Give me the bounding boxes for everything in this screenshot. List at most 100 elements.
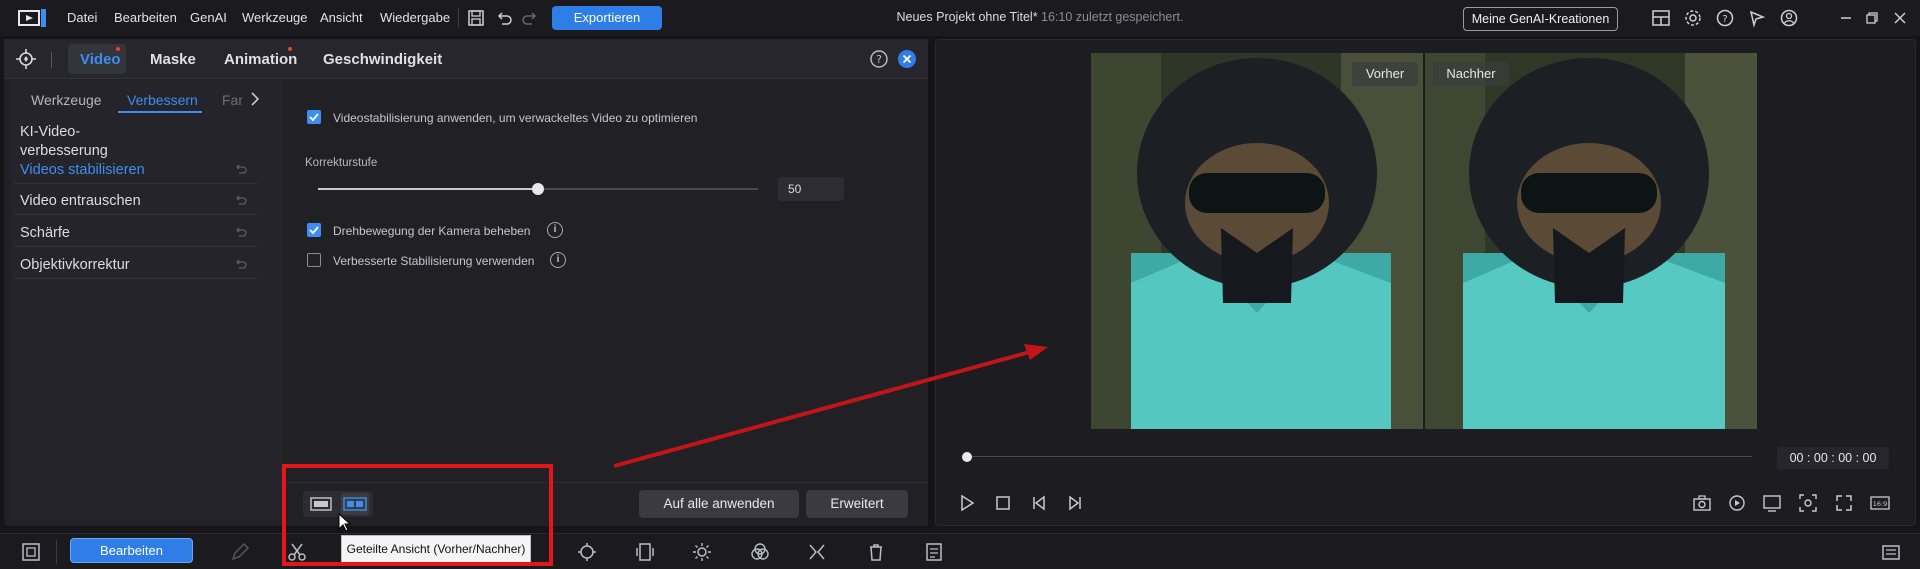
video-after[interactable]	[1425, 53, 1757, 429]
enhanced-checkbox[interactable]	[307, 253, 321, 267]
brightness-icon[interactable]	[691, 541, 713, 563]
account-icon[interactable]	[1779, 8, 1799, 28]
panel-settings-icon[interactable]	[1880, 541, 1902, 563]
menu-ansicht[interactable]: Ansicht	[320, 10, 363, 25]
color-icon[interactable]	[749, 541, 771, 563]
close-window-icon[interactable]	[1890, 8, 1910, 28]
ai-magic-icon[interactable]	[576, 541, 598, 563]
rotation-checkbox[interactable]	[307, 223, 321, 237]
save-status: 16:10 zuletzt gespeichert.	[1041, 10, 1184, 24]
timeline-track[interactable]	[966, 456, 1752, 457]
help-icon[interactable]: ?	[1715, 8, 1735, 28]
rotation-label: Drehbewegung der Kamera beheben	[333, 224, 531, 238]
subtab-verbessern[interactable]: Verbessern	[127, 92, 198, 108]
display-mode-icon[interactable]	[1762, 493, 1782, 513]
trash-icon[interactable]	[865, 541, 887, 563]
preview-quality-icon[interactable]	[1727, 493, 1747, 513]
reset-icon[interactable]	[233, 195, 247, 207]
layout-icon[interactable]	[1651, 8, 1671, 28]
stop-icon[interactable]	[993, 493, 1013, 513]
sidebar-separator	[14, 183, 258, 184]
info-icon[interactable]: i	[547, 222, 563, 238]
correction-slider-thumb[interactable]	[532, 183, 544, 195]
menu-divider	[458, 8, 459, 28]
zoom-icon[interactable]	[1798, 493, 1818, 513]
tab-maske[interactable]: Maske	[150, 51, 196, 68]
subtab-underline	[118, 111, 202, 113]
menu-genai[interactable]: GenAI	[190, 10, 227, 25]
sidebar-item-denoise[interactable]: Video entrauschen	[20, 193, 252, 209]
tab-animation-dot	[288, 47, 292, 51]
tab-geschwindigkeit[interactable]: Geschwindigkeit	[323, 51, 442, 68]
menu-wiedergabe[interactable]: Wiedergabe	[380, 10, 450, 25]
play-icon[interactable]	[957, 493, 977, 513]
annotation-highlight-box	[282, 464, 553, 566]
video-before[interactable]	[1091, 53, 1423, 429]
more-tools-icon[interactable]	[923, 541, 945, 563]
timeline-media-icon[interactable]	[20, 541, 42, 563]
next-frame-icon[interactable]	[1065, 493, 1085, 513]
app-logo	[18, 8, 48, 28]
undo-icon[interactable]	[494, 8, 514, 28]
tab-animation[interactable]: Animation	[224, 51, 297, 68]
svg-text:?: ?	[1722, 14, 1727, 25]
svg-text:?: ?	[876, 53, 882, 66]
reset-icon[interactable]	[233, 164, 247, 176]
before-label: Vorher	[1352, 62, 1418, 86]
annotation-arrow	[600, 340, 1060, 480]
menu-datei[interactable]: Datei	[67, 10, 97, 25]
correction-level-label: Korrekturstufe	[305, 157, 378, 169]
panel-help-icon[interactable]: ?	[869, 49, 889, 69]
aspect-ratio-icon[interactable]: 16:9	[1870, 493, 1890, 513]
transition-icon[interactable]	[806, 541, 828, 563]
snapshot-camera-icon[interactable]	[1692, 493, 1712, 513]
export-button[interactable]: Exportieren	[552, 6, 662, 30]
subtab-farbe[interactable]: Far	[222, 92, 242, 108]
subtab-werkzeuge[interactable]: Werkzeuge	[31, 92, 102, 108]
sidebar-item-stabilize[interactable]: Videos stabilisieren	[20, 162, 252, 178]
reset-icon[interactable]	[233, 259, 247, 271]
sidebar-group-title: KI-Video-verbesserung	[20, 124, 108, 159]
sidebar-separator	[14, 246, 258, 247]
my-genai-creations-button[interactable]: Meine GenAI-Kreationen	[1463, 7, 1618, 31]
stabilize-checkbox[interactable]	[307, 110, 321, 124]
enhanced-label: Verbesserte Stabilisierung verwenden	[333, 254, 535, 268]
settings-gear-icon[interactable]	[1683, 8, 1703, 28]
reset-icon[interactable]	[233, 227, 247, 239]
project-title: Neues Projekt ohne Titel* 16:10 zuletzt …	[870, 10, 1210, 24]
advanced-button[interactable]: Erweitert	[806, 490, 908, 518]
save-icon[interactable]	[466, 8, 486, 28]
correction-slider-fill	[318, 188, 538, 190]
redo-icon[interactable]	[520, 8, 540, 28]
ai-tools-icon[interactable]	[14, 47, 38, 71]
tab-divider	[51, 52, 52, 68]
edit-button[interactable]: Bearbeiten	[70, 538, 193, 563]
svg-text:16:9: 16:9	[1873, 500, 1888, 508]
panel-close-icon[interactable]	[897, 49, 917, 69]
sidebar-item-sharpness[interactable]: Schärfe	[20, 225, 252, 241]
timecode-display: 00 : 00 : 00 : 00	[1777, 447, 1889, 469]
project-name: Neues Projekt ohne Titel*	[896, 10, 1038, 24]
chevron-right-icon[interactable]	[248, 90, 262, 108]
sidebar-separator	[14, 278, 258, 279]
toolbar-separator	[56, 540, 57, 564]
fullscreen-icon[interactable]	[1834, 493, 1854, 513]
tab-video-dot	[116, 47, 120, 51]
sidebar-separator	[14, 214, 258, 215]
after-label: Nachher	[1433, 62, 1509, 86]
notification-icon[interactable]	[1747, 8, 1767, 28]
correction-value-field[interactable]: 50	[778, 177, 844, 201]
restore-icon[interactable]	[1862, 8, 1882, 28]
stabilizer-icon[interactable]	[634, 541, 656, 563]
sidebar-item-lens-correction[interactable]: Objektivkorrektur	[20, 257, 252, 273]
menu-werkzeuge[interactable]: Werkzeuge	[242, 10, 308, 25]
info-icon[interactable]: i	[550, 252, 566, 268]
previous-frame-icon[interactable]	[1029, 493, 1049, 513]
stabilize-label: Videostabilisierung anwenden, um verwack…	[333, 111, 698, 125]
pen-icon[interactable]	[229, 541, 251, 563]
apply-all-button[interactable]: Auf alle anwenden	[639, 490, 799, 518]
tab-video[interactable]: Video	[80, 51, 121, 68]
minimize-icon[interactable]	[1836, 8, 1856, 28]
edit-tab-bar	[4, 39, 928, 79]
menu-bearbeiten[interactable]: Bearbeiten	[114, 10, 177, 25]
